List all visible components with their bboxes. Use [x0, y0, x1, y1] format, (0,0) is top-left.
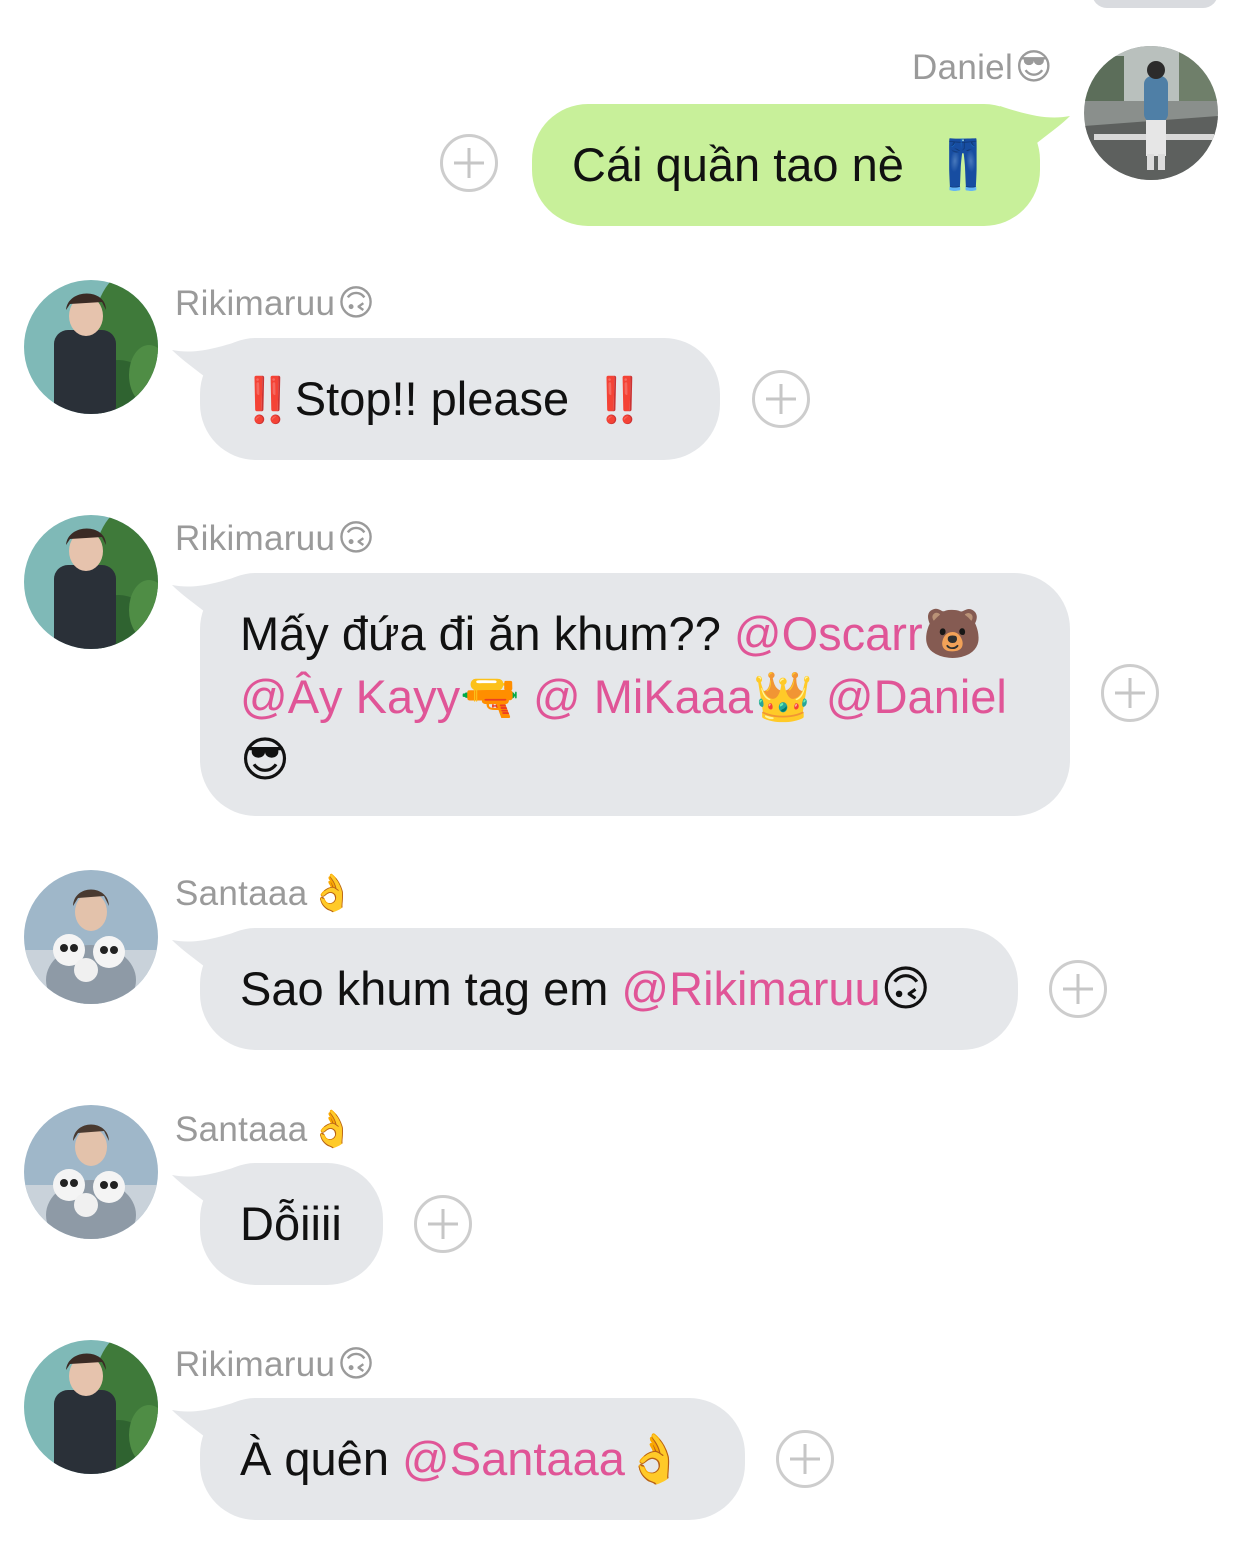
sender-name: Rikimaruu🙃 — [175, 517, 376, 558]
avatar-daniel[interactable] — [1084, 46, 1218, 180]
plus-circle-icon[interactable] — [752, 370, 810, 428]
sender-name: Rikimaruu🙃 — [175, 1343, 376, 1384]
plus-circle-icon[interactable] — [1101, 664, 1159, 722]
message-bubble[interactable]: À quên @Santaaa👌 — [200, 1398, 745, 1520]
mention-link[interactable]: @Rikimaruu — [621, 962, 880, 1015]
avatar-rikimaruu[interactable] — [24, 1340, 158, 1474]
avatar-santaaa[interactable] — [24, 1105, 158, 1239]
mention-link[interactable]: @Daniel — [826, 670, 1007, 723]
plus-circle-icon[interactable] — [440, 134, 498, 192]
sender-name: Rikimaruu🙃 — [175, 282, 376, 323]
mention-link[interactable]: @Santaaa — [402, 1432, 625, 1485]
message-bubble[interactable]: Dỗiiii — [200, 1163, 383, 1285]
message-bubble[interactable]: ‼️Stop!! please ‼️ — [200, 338, 720, 460]
message-bubble[interactable]: Cái quần tao nè 👖 — [532, 104, 1040, 226]
plus-circle-icon[interactable] — [414, 1195, 472, 1253]
previous-message-edge — [1092, 0, 1218, 8]
plus-circle-icon[interactable] — [776, 1430, 834, 1488]
avatar-santaaa[interactable] — [24, 870, 158, 1004]
sender-name: Santaaa👌 — [175, 872, 355, 913]
message-bubble[interactable]: Sao khum tag em @Rikimaruu🙃 — [200, 928, 1018, 1050]
sender-name: Daniel😎 — [912, 46, 1053, 87]
plus-circle-icon[interactable] — [1049, 960, 1107, 1018]
mention-link[interactable]: @ MiKaaa — [533, 670, 753, 723]
mention-link[interactable]: @Ây Kayy — [240, 670, 460, 723]
message-bubble[interactable]: Mấy đứa đi ăn khum?? @Oscarr🐻 @Ây Kayy🔫 … — [200, 573, 1070, 816]
jeans-emoji: 👖 — [932, 139, 993, 192]
sender-name: Santaaa👌 — [175, 1108, 355, 1149]
mention-link[interactable]: @Oscarr — [734, 607, 923, 660]
avatar-rikimaruu[interactable] — [24, 515, 158, 649]
avatar-rikimaruu[interactable] — [24, 280, 158, 414]
